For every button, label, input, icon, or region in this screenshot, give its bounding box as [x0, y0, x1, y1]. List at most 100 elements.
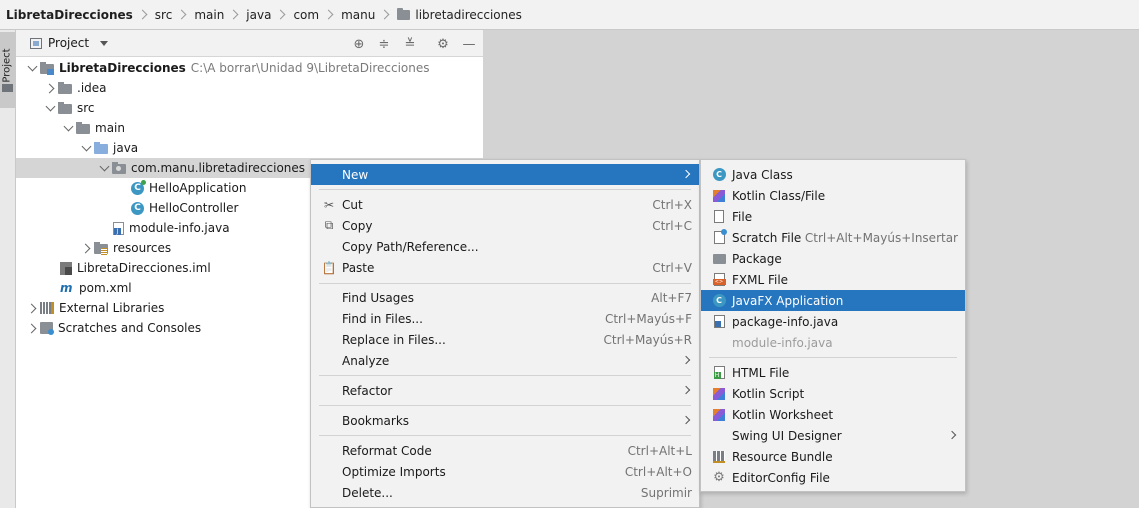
menu-item-shortcut: Ctrl+Mayús+F [604, 311, 692, 326]
menu-item-label: Optimize Imports [342, 464, 446, 479]
submenu-item-kotlin-class[interactable]: Kotlin Class/File [701, 185, 965, 206]
menu-item-new[interactable]: New [311, 164, 699, 185]
tree-item-label: LibretaDirecciones [59, 61, 186, 75]
breadcrumb-separator-icon [323, 9, 334, 20]
menu-item-label: Find Usages [342, 290, 415, 305]
menu-item-cut[interactable]: ✂ Cut Ctrl+X [311, 194, 699, 215]
menu-item-label: Kotlin Script [732, 386, 805, 401]
java-class-icon: C [712, 168, 726, 182]
chevron-right-icon[interactable] [44, 81, 58, 95]
menu-item-shortcut: Ctrl+Alt+Mayús+Insertar [804, 230, 958, 245]
submenu-item-resource-bundle[interactable]: Resource Bundle [701, 446, 965, 467]
breadcrumb-item-package[interactable]: libretadirecciones [397, 7, 522, 22]
submenu-item-editorconfig-file[interactable]: ⚙ EditorConfig File [701, 467, 965, 488]
breadcrumb-item-com[interactable]: com [293, 8, 319, 22]
chevron-down-icon[interactable] [98, 161, 112, 175]
folder-icon [76, 122, 90, 134]
menu-item-label: HTML File [732, 365, 790, 380]
submenu-item-swing-ui-designer[interactable]: Swing UI Designer [701, 425, 965, 446]
menu-item-reformat-code[interactable]: Reformat Code Ctrl+Alt+L [311, 440, 699, 461]
project-tool-window-button[interactable]: Project [0, 32, 15, 108]
tree-item-src[interactable]: src [16, 98, 483, 118]
tree-item-label: HelloController [149, 201, 239, 215]
submenu-item-package[interactable]: Package [701, 248, 965, 269]
menu-item-replace-in-files[interactable]: Replace in Files... Ctrl+Mayús+R [311, 329, 699, 350]
menu-item-copy[interactable]: ⧉ Copy Ctrl+C [311, 215, 699, 236]
breadcrumb-item-src[interactable]: src [155, 8, 173, 22]
chevron-right-icon[interactable] [80, 241, 94, 255]
menu-item-paste[interactable]: 📋 Paste Ctrl+V [311, 257, 699, 278]
menu-item-shortcut: Ctrl+C [652, 218, 692, 233]
tree-item-label: Scratches and Consoles [58, 321, 202, 335]
maven-icon: m [60, 280, 73, 295]
tree-item-label: main [95, 121, 125, 135]
breadcrumb-separator-icon [137, 9, 148, 20]
chevron-right-icon [947, 430, 957, 440]
chevron-down-icon[interactable] [26, 61, 40, 75]
chevron-down-icon[interactable] [62, 121, 76, 135]
folder-icon [58, 82, 72, 94]
collapse-all-icon[interactable]: ≚ [402, 36, 418, 52]
menu-item-label: New [342, 167, 369, 182]
menu-item-bookmarks[interactable]: Bookmarks [311, 410, 699, 431]
chevron-right-icon[interactable] [26, 321, 40, 335]
menu-item-label: Reformat Code [342, 443, 432, 458]
kotlin-script-icon [712, 387, 726, 401]
menu-item-find-usages[interactable]: Find Usages Alt+F7 [311, 287, 699, 308]
menu-item-shortcut: Ctrl+Alt+L [627, 443, 692, 458]
submenu-item-fxml-file[interactable]: FXML File [701, 269, 965, 290]
tree-item-idea[interactable]: .idea [16, 78, 483, 98]
gear-icon[interactable]: ⚙ [435, 36, 451, 52]
minimize-icon[interactable]: — [461, 36, 477, 52]
breadcrumb-item-project[interactable]: LibretaDirecciones [6, 8, 133, 22]
file-icon [712, 210, 726, 224]
submenu-item-module-info: module-info.java [701, 332, 965, 353]
javafx-class-icon: C [712, 294, 726, 308]
tree-item-label: LibretaDirecciones.iml [77, 261, 211, 275]
submenu-item-kotlin-worksheet[interactable]: Kotlin Worksheet [701, 404, 965, 425]
submenu-item-java-class[interactable]: C Java Class [701, 164, 965, 185]
tree-item-label: src [77, 101, 95, 115]
submenu-item-html-file[interactable]: HTML File [701, 362, 965, 383]
scratches-icon [40, 322, 54, 335]
menu-item-label: EditorConfig File [732, 470, 830, 485]
libraries-icon [40, 302, 54, 314]
menu-item-label: Delete... [342, 485, 393, 500]
folder-icon [58, 102, 72, 114]
submenu-item-kotlin-script[interactable]: Kotlin Script [701, 383, 965, 404]
kotlin-icon [712, 189, 726, 203]
tree-item-java[interactable]: java [16, 138, 483, 158]
menu-item-shortcut: Ctrl+V [652, 260, 692, 275]
breadcrumb-item-main[interactable]: main [194, 8, 224, 22]
breadcrumb-item-java[interactable]: java [246, 8, 271, 22]
menu-item-copy-path[interactable]: Copy Path/Reference... [311, 236, 699, 257]
chevron-down-icon[interactable] [80, 141, 94, 155]
scratch-file-icon [712, 229, 727, 245]
menu-item-refactor[interactable]: Refactor [311, 380, 699, 401]
menu-item-optimize-imports[interactable]: Optimize Imports Ctrl+Alt+O [311, 461, 699, 482]
gear-icon: ⚙ [713, 470, 725, 485]
tree-item-label: com.manu.libretadirecciones [131, 161, 306, 175]
menu-item-delete[interactable]: Delete... Suprimir [311, 482, 699, 503]
java-file-icon [712, 315, 726, 329]
submenu-item-javafx-application[interactable]: C JavaFX Application [701, 290, 965, 311]
project-panel-title[interactable]: Project [48, 36, 89, 50]
locate-icon[interactable]: ⊕ [351, 36, 367, 52]
submenu-item-file[interactable]: File [701, 206, 965, 227]
menu-item-find-in-files[interactable]: Find in Files... Ctrl+Mayús+F [311, 308, 699, 329]
view-dropdown-icon[interactable] [100, 40, 109, 46]
tree-item-label: External Libraries [59, 301, 165, 315]
breadcrumb-item-manu[interactable]: manu [341, 8, 375, 22]
chevron-right-icon[interactable] [26, 301, 40, 315]
expand-all-icon[interactable]: ≑ [376, 36, 392, 52]
menu-item-analyze[interactable]: Analyze [311, 350, 699, 371]
chevron-down-icon[interactable] [44, 101, 58, 115]
tree-item-project-root[interactable]: LibretaDirecciones C:\A borrar\Unidad 9\… [16, 58, 483, 78]
tree-item-label: module-info.java [129, 221, 230, 235]
tree-item-main[interactable]: main [16, 118, 483, 138]
breadcrumb-package-label: libretadirecciones [415, 7, 522, 22]
submenu-item-package-info[interactable]: package-info.java [701, 311, 965, 332]
menu-item-label: Java Class [732, 167, 793, 182]
submenu-item-scratch-file[interactable]: Scratch File Ctrl+Alt+Mayús+Insertar [701, 227, 965, 248]
menu-item-label: module-info.java [732, 335, 833, 350]
